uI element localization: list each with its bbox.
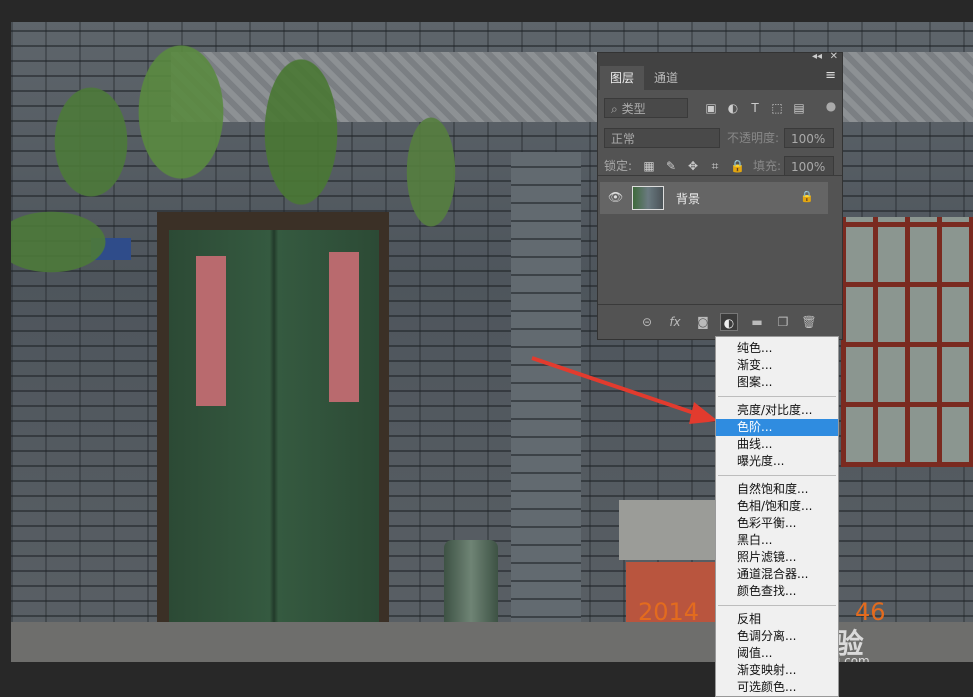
filter-placeholder: 类型 [621,102,646,116]
menu-item[interactable]: 反相 [716,611,838,628]
fx-icon[interactable]: fx [666,313,684,331]
menu-item[interactable]: 黑白... [716,532,838,549]
adjustment-icon[interactable]: ◐ [720,313,738,331]
folder-icon[interactable]: ▬ [748,313,766,331]
menu-item[interactable]: 亮度/对比度... [716,402,838,419]
lock-icon: 🔒 [800,190,814,203]
menu-item[interactable]: 曲线... [716,436,838,453]
lock-transparent-icon[interactable]: ▦ [642,159,656,173]
lock-position-icon[interactable]: ✥ [686,159,700,173]
adjustment-filter-icon[interactable]: ◐ [726,101,740,115]
blend-mode-select[interactable]: 正常 [604,128,720,148]
menu-item[interactable]: 曝光度... [716,453,838,470]
menu-item[interactable]: 可选颜色... [716,679,838,696]
menu-item[interactable]: 渐变... [716,357,838,374]
menu-item[interactable]: 色调分离... [716,628,838,645]
tab-layers[interactable]: 图层 [600,66,645,90]
menu-item[interactable]: 色彩平衡... [716,515,838,532]
lock-pixels-icon[interactable]: ✎ [664,159,678,173]
menu-separator [718,396,836,397]
pixel-filter-icon[interactable]: ▣ [704,101,718,115]
menu-item[interactable]: 自然饱和度... [716,481,838,498]
layer-thumbnail [632,186,664,210]
type-filter-icon[interactable]: T [748,101,762,115]
mask-icon[interactable]: ◙ [694,313,712,331]
filter-toggle-icon[interactable]: ● [824,99,838,113]
smart-object-filter-icon[interactable]: ▤ [792,101,806,115]
adjustment-layer-menu: 纯色... 渐变... 图案... 亮度/对比度... 色阶... 曲线... 曝光度...… [715,336,839,697]
menu-item[interactable]: 色阶... [716,419,838,436]
menu-item[interactable]: 阈值... [716,645,838,662]
menu-item[interactable]: 纯色... [716,340,838,357]
menu-separator [718,475,836,476]
menu-item[interactable]: 照片滤镜... [716,549,838,566]
layer-row-background[interactable]: 👁 背景 🔒 [600,182,828,214]
menu-item[interactable]: 色相/饱和度... [716,498,838,515]
opacity-label: 不透明度: [727,131,780,145]
collapse-icon[interactable]: ◂◂ [812,51,822,62]
lock-label: 锁定: [604,159,633,173]
shape-filter-icon[interactable]: ⬚ [770,101,784,115]
link-icon[interactable]: ⊝ [638,313,656,331]
lock-all-icon[interactable]: 🔒 [730,159,745,173]
layers-list: 👁 背景 🔒 [598,175,842,306]
blend-row: 正常 不透明度: 100% [598,124,842,152]
layers-panel: ◂◂ ✕ 图层 通道 ≡ ⌕ 类型 ▣ ◐ T ⬚ ▤ ● 正常 不透明度: 1… [597,51,843,340]
trash-icon[interactable]: 🗑 [800,313,818,331]
search-icon: ⌕ [611,102,618,116]
lock-artboard-icon[interactable]: ⌗ [708,159,722,173]
panel-title-bar: ◂◂ ✕ [598,51,842,64]
fill-label: 填充: [753,159,782,173]
menu-item[interactable]: 颜色查找... [716,583,838,600]
fill-input[interactable]: 100% [784,156,834,176]
opacity-input[interactable]: 100% [784,128,834,148]
panel-menu-icon[interactable]: ≡ [825,68,836,83]
menu-separator [718,605,836,606]
panel-tabs: 图层 通道 ≡ [598,64,842,90]
panel-footer: ⊝ fx ◙ ◐ ▬ ❐ 🗑 [598,304,842,339]
layer-filter-select[interactable]: ⌕ 类型 [604,98,688,118]
menu-item[interactable]: 通道混合器... [716,566,838,583]
tab-channels[interactable]: 通道 [644,66,688,90]
eye-icon[interactable]: 👁 [608,190,623,204]
menu-item[interactable]: 图案... [716,374,838,391]
new-layer-icon[interactable]: ❐ [774,313,792,331]
layer-name: 背景 [676,192,701,206]
filter-row: ⌕ 类型 ▣ ◐ T ⬚ ▤ ● [598,96,842,124]
menu-item[interactable]: 渐变映射... [716,662,838,679]
close-icon[interactable]: ✕ [830,51,838,62]
